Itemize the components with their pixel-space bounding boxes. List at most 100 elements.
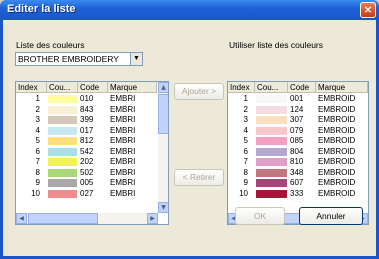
used-colors-label: Utiliser liste des couleurs — [229, 40, 324, 50]
scroll-down-button[interactable]: ▼ — [158, 202, 168, 213]
color-swatch — [256, 95, 287, 103]
horizontal-scrollbar[interactable]: ◀ ▶ — [16, 213, 158, 224]
column-brand[interactable]: Marque — [108, 82, 157, 93]
table-row[interactable]: 1 001 EMBROID — [228, 94, 368, 103]
row-code: 124 — [290, 104, 304, 114]
color-swatch-cell — [255, 157, 288, 166]
color-swatch-cell — [47, 115, 78, 124]
column-brand[interactable]: Marque — [316, 82, 368, 93]
chevron-left-icon: ◀ — [19, 215, 24, 222]
column-code[interactable]: Code — [78, 82, 108, 93]
remove-button[interactable]: < Retirer — [174, 169, 224, 186]
table-row[interactable]: 9 005 EMBRI — [16, 178, 157, 187]
chevron-down-icon[interactable]: ▼ — [130, 53, 142, 65]
row-brand: EMBROID — [318, 125, 356, 135]
scroll-thumb[interactable] — [28, 213, 98, 224]
table-row[interactable]: 3 399 EMBRI — [16, 115, 157, 124]
table-row[interactable]: 10 333 EMBROID — [228, 189, 368, 198]
color-swatch — [256, 126, 287, 135]
color-swatch — [256, 137, 287, 145]
chevron-right-icon: ▶ — [150, 215, 155, 222]
row-brand: EMBRI — [110, 188, 136, 198]
color-swatch-cell — [255, 189, 288, 198]
table-row[interactable]: 4 079 EMBROID — [228, 126, 368, 135]
color-swatch-cell — [47, 168, 78, 177]
color-list-dropdown[interactable]: BROTHER EMBROIDERY ▼ — [15, 52, 143, 66]
row-index: 4 — [35, 125, 40, 135]
row-code: 001 — [290, 94, 304, 103]
scroll-left-button[interactable]: ◀ — [16, 213, 27, 224]
table-row[interactable]: 8 348 EMBROID — [228, 168, 368, 177]
color-swatch-cell — [255, 94, 288, 103]
scroll-up-button[interactable]: ▲ — [158, 82, 168, 93]
table-row[interactable]: 2 124 EMBROID — [228, 105, 368, 114]
row-code: 005 — [80, 178, 94, 187]
table-row[interactable]: 5 085 EMBROID — [228, 136, 368, 145]
row-index: 5 — [243, 136, 248, 145]
chevron-down-icon: ▼ — [161, 204, 166, 211]
row-index: 7 — [35, 157, 40, 166]
table-row[interactable]: 5 812 EMBRI — [16, 136, 157, 145]
row-code: 607 — [290, 178, 304, 187]
scroll-thumb[interactable] — [158, 94, 168, 134]
table-row[interactable]: 4 017 EMBRI — [16, 126, 157, 135]
available-colors-list[interactable]: Index Cou... Code Marque ▲ ▼ ◀ ▶ 1 010 EMB… — [15, 81, 169, 225]
color-swatch-cell — [255, 178, 288, 187]
dropdown-value: BROTHER EMBROIDERY — [18, 54, 119, 64]
color-swatch-cell — [47, 178, 78, 187]
color-swatch-cell — [47, 94, 78, 103]
color-swatch-cell — [47, 189, 78, 198]
close-button[interactable]: × — [360, 2, 376, 18]
color-swatch-cell — [255, 168, 288, 177]
add-button[interactable]: Ajouter > — [174, 83, 224, 100]
row-brand: EMBROID — [318, 157, 356, 166]
table-row[interactable]: 8 502 EMBRI — [16, 168, 157, 177]
row-code: 333 — [290, 188, 304, 198]
color-swatch — [256, 189, 287, 198]
vertical-scrollbar[interactable]: ▲ ▼ — [158, 82, 168, 213]
table-row[interactable]: 3 307 EMBROID — [228, 115, 368, 124]
table-row[interactable]: 1 010 EMBRI — [16, 94, 157, 103]
table-row[interactable]: 2 843 EMBRI — [16, 105, 157, 114]
table-row[interactable]: 9 607 EMBROID — [228, 178, 368, 187]
ok-button[interactable]: OK — [235, 207, 285, 225]
used-colors-list[interactable]: Index Cou... Code Marque ◀ ▶ 1001EMBROID… — [227, 81, 369, 225]
row-brand: EMBROID — [318, 178, 356, 187]
list-header: Index Cou... Code Marque — [228, 82, 368, 93]
table-row[interactable]: 10 027 EMBRI — [16, 189, 157, 198]
row-index: 3 — [35, 115, 40, 124]
row-code: 307 — [290, 115, 304, 124]
color-swatch — [48, 179, 77, 187]
row-brand: EMBRI — [110, 125, 136, 135]
color-swatch — [48, 158, 77, 166]
row-code: 810 — [290, 157, 304, 166]
column-code[interactable]: Code — [288, 82, 316, 93]
row-code: 085 — [290, 136, 304, 145]
row-index: 1 — [35, 94, 40, 103]
row-index: 2 — [35, 104, 40, 114]
row-index: 5 — [35, 136, 40, 145]
title-bar: Editer la liste × — [0, 0, 379, 20]
scroll-right-button[interactable]: ▶ — [147, 213, 158, 224]
color-swatch-cell — [255, 136, 288, 145]
row-code: 202 — [80, 157, 94, 166]
table-row[interactable]: 6 542 EMBRI — [16, 147, 157, 156]
table-row[interactable]: 7 810 EMBROID — [228, 157, 368, 166]
row-code: 079 — [290, 125, 304, 135]
column-color[interactable]: Cou... — [47, 82, 78, 93]
row-brand: EMBROID — [318, 188, 356, 198]
column-color[interactable]: Cou... — [255, 82, 288, 93]
column-index[interactable]: Index — [16, 82, 47, 93]
table-row[interactable]: 7 202 EMBRI — [16, 157, 157, 166]
color-swatch — [48, 95, 77, 103]
row-code: 017 — [80, 125, 94, 135]
row-index: 4 — [243, 125, 248, 135]
cancel-button[interactable]: Annuler — [299, 207, 363, 225]
row-code: 812 — [80, 136, 94, 145]
column-index[interactable]: Index — [228, 82, 255, 93]
color-swatch-cell — [47, 147, 78, 156]
table-row[interactable]: 6 804 EMBROID — [228, 147, 368, 156]
row-brand: EMBRI — [110, 178, 136, 187]
row-index: 10 — [31, 188, 40, 198]
row-brand: EMBRI — [110, 136, 136, 145]
